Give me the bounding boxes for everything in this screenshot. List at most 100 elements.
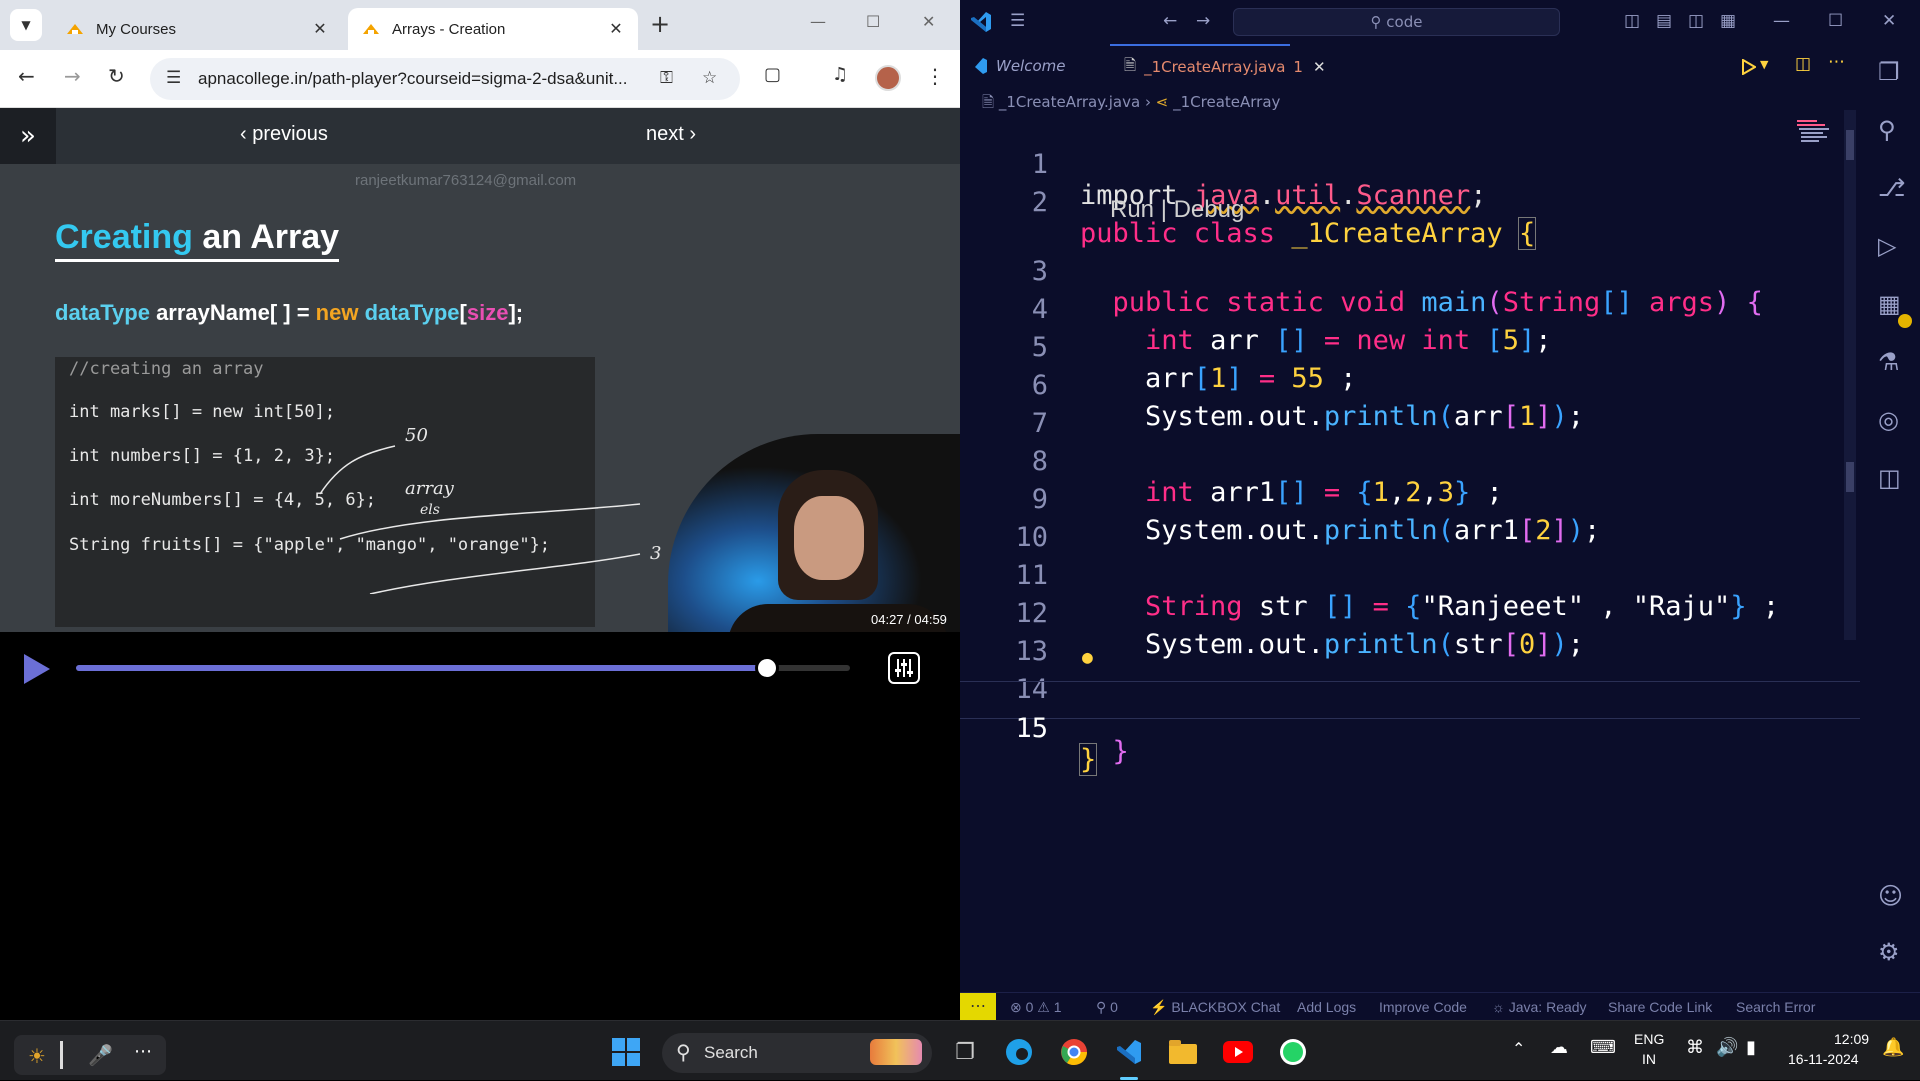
onedrive-cloud-icon[interactable]: ☁: [1550, 1037, 1568, 1058]
minimize-icon[interactable]: —: [1773, 11, 1790, 31]
code-line[interactable]: 10: [960, 491, 1860, 553]
task-view-icon[interactable]: ❐: [948, 1035, 982, 1069]
split-editor-icon[interactable]: ◫: [1795, 54, 1811, 74]
media-control-icon[interactable]: ♫: [832, 64, 848, 85]
code-line[interactable]: 7: [960, 377, 1860, 439]
add-logs-button[interactable]: Add Logs: [1297, 999, 1356, 1015]
code-line-current[interactable]: 15 }: [960, 681, 1860, 776]
code-line[interactable]: 12 System.out.println(str[0]);: [960, 567, 1860, 660]
minimap[interactable]: [1795, 118, 1840, 146]
tab-search-button[interactable]: ▼: [10, 9, 42, 41]
search-icon[interactable]: ⚲: [1878, 116, 1896, 144]
testing-flask-icon[interactable]: ⚗: [1878, 348, 1900, 376]
problems-status[interactable]: ⊗ 0 ⚠ 1: [1010, 999, 1062, 1016]
key-icon[interactable]: ⚿: [660, 68, 673, 88]
extensions-icon[interactable]: ▢: [764, 64, 781, 85]
lightbulb-icon[interactable]: ●: [1082, 647, 1093, 668]
code-line[interactable]: 4 int arr [] = new int [5];: [960, 263, 1860, 356]
clock-time[interactable]: 12:09: [1834, 1031, 1869, 1047]
source-control-icon[interactable]: ⎇: [1878, 174, 1906, 202]
maximize-icon[interactable]: ☐: [1828, 11, 1843, 31]
code-line[interactable]: 14 ● }: [960, 643, 1860, 767]
run-debug-icon[interactable]: ▷: [1878, 232, 1896, 260]
chrome-browser-icon[interactable]: [1057, 1035, 1091, 1069]
code-line[interactable]: 2 public class _1CreateArray {: [960, 156, 1860, 250]
omnibox[interactable]: ☰ apnacollege.in/path-player?courseid=si…: [150, 58, 740, 100]
toggle-panel-icon[interactable]: ▤: [1656, 11, 1672, 31]
java-status[interactable]: ☼ Java: Ready: [1492, 999, 1587, 1015]
blackbox-chat-button[interactable]: ⚡ BLACKBOX Chat: [1150, 999, 1280, 1016]
run-icon[interactable]: [1742, 59, 1756, 75]
youtube-icon[interactable]: [1221, 1035, 1255, 1069]
editor-scrollbar[interactable]: [1844, 110, 1856, 640]
weather-icon[interactable]: ☀: [28, 1044, 46, 1068]
tab-arrays-creation[interactable]: Arrays - Creation ✕: [348, 8, 638, 50]
nav-back-icon[interactable]: ←: [1163, 11, 1177, 31]
clock-date[interactable]: 16-11-2024: [1788, 1051, 1859, 1067]
region-indicator[interactable]: IN: [1642, 1051, 1656, 1067]
code-line[interactable]: 1 import java.util.Scanner;: [960, 118, 1860, 211]
explorer-icon[interactable]: ❐: [1878, 58, 1900, 86]
code-line[interactable]: 11 String str [] = {"Ranjeeet" , "Raju"}…: [960, 529, 1860, 622]
improve-code-button[interactable]: Improve Code: [1379, 999, 1467, 1015]
breadcrumb-file[interactable]: _1CreateArray.java: [999, 93, 1140, 111]
show-hidden-icons-icon[interactable]: ⌃: [1512, 1039, 1525, 1059]
keyboard-icon[interactable]: ⌨: [1590, 1037, 1616, 1058]
scrollbar-thumb[interactable]: [1846, 130, 1854, 160]
taskbar-search-box[interactable]: ⚲ Search: [662, 1033, 932, 1073]
file-explorer-icon[interactable]: [1166, 1035, 1200, 1069]
search-error-button[interactable]: Search Error: [1736, 999, 1815, 1015]
run-debug-codelens[interactable]: Run | Debug: [1110, 196, 1244, 224]
new-tab-button[interactable]: +: [650, 10, 670, 38]
account-icon[interactable]: ☺: [1878, 882, 1903, 910]
avatar[interactable]: [875, 65, 901, 91]
tab-createarray-java[interactable]: 🗎 _1CreateArray.java 1 ✕: [1110, 44, 1326, 88]
sidebar-toggle-icon[interactable]: »: [0, 108, 56, 164]
close-window-icon[interactable]: ✕: [922, 12, 935, 31]
bookmark-star-icon[interactable]: ☆: [702, 68, 717, 88]
forward-icon[interactable]: →: [64, 64, 81, 88]
site-info-icon[interactable]: ☰: [166, 68, 181, 88]
extensions-icon[interactable]: ▦: [1878, 290, 1901, 318]
close-tab-icon[interactable]: ✕: [604, 19, 628, 39]
vscode-app-icon[interactable]: [1112, 1035, 1146, 1069]
code-line[interactable]: 13: [960, 605, 1860, 667]
more-actions-icon[interactable]: ⋯: [1828, 52, 1845, 72]
edge-browser-icon[interactable]: [1002, 1035, 1036, 1069]
close-tab-icon[interactable]: ✕: [308, 19, 332, 39]
toggle-sidebar-icon[interactable]: ◫: [1624, 11, 1640, 31]
start-button[interactable]: [609, 1035, 643, 1069]
settings-sliders-icon[interactable]: [888, 652, 920, 684]
breadcrumb-symbol[interactable]: _1CreateArray: [1173, 93, 1280, 111]
run-dropdown-icon[interactable]: ▼: [1760, 58, 1768, 71]
minimize-icon[interactable]: —: [810, 12, 826, 31]
wifi-icon[interactable]: ⌘: [1686, 1037, 1704, 1058]
more-icon[interactable]: ⋯: [134, 1041, 152, 1062]
progress-knob[interactable]: [755, 656, 780, 680]
tab-my-courses[interactable]: My Courses ✕: [52, 8, 342, 50]
close-window-icon[interactable]: ✕: [1882, 11, 1896, 31]
ports-status[interactable]: ⚲ 0: [1096, 999, 1118, 1016]
video-progress-slider[interactable]: [76, 656, 850, 680]
next-link[interactable]: next ›: [646, 123, 696, 146]
language-indicator[interactable]: ENG: [1634, 1031, 1664, 1047]
video-frame[interactable]: ranjeetkumar763124@gmail.com Creating an…: [0, 164, 960, 632]
code-editor[interactable]: 1 import java.util.Scanner; 2 public cla…: [960, 118, 1860, 998]
more-menu-icon[interactable]: ⋮: [925, 64, 945, 88]
microphone-icon[interactable]: 🎤: [88, 1043, 113, 1067]
reload-icon[interactable]: ↻: [108, 64, 125, 88]
customize-layout-icon[interactable]: ▦: [1720, 11, 1736, 31]
url-text[interactable]: apnacollege.in/path-player?courseid=sigm…: [198, 69, 648, 89]
previous-link[interactable]: ‹ previous: [240, 123, 328, 146]
code-line[interactable]: 3 public static void main(String[] args)…: [960, 225, 1860, 318]
menu-icon[interactable]: ☰: [1010, 11, 1025, 31]
code-line[interactable]: 8 int arr1[] = {1,2,3} ;: [960, 415, 1860, 508]
settings-gear-icon[interactable]: ⚙: [1878, 938, 1900, 966]
back-icon[interactable]: ←: [18, 64, 35, 88]
chat-icon[interactable]: ◫: [1878, 464, 1901, 492]
edge-devtools-icon[interactable]: ◎: [1878, 406, 1899, 434]
code-line[interactable]: 9 System.out.println(arr1[2]);: [960, 453, 1860, 546]
remote-indicator-icon[interactable]: ⋯: [960, 993, 996, 1020]
battery-icon[interactable]: ▮: [1746, 1037, 1756, 1058]
toggle-secondary-sidebar-icon[interactable]: ◫: [1688, 11, 1704, 31]
